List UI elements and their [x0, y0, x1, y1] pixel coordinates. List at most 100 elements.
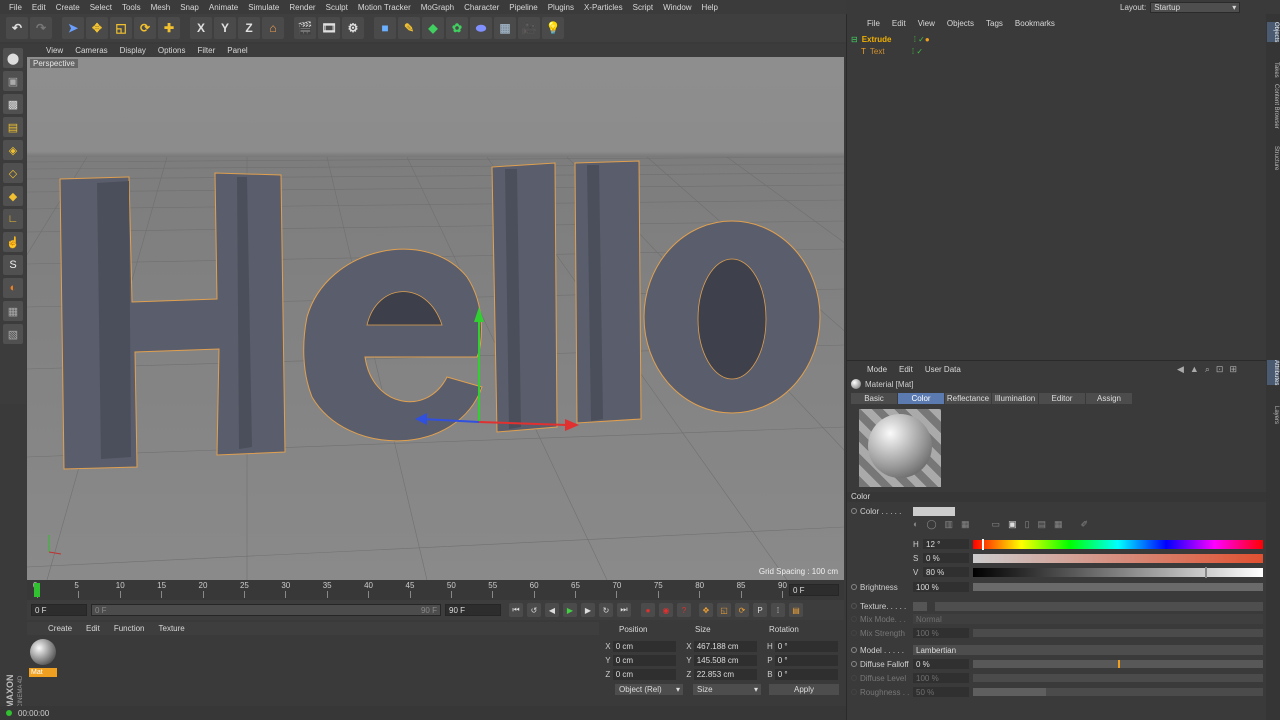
grid-icon[interactable]: ▦	[3, 301, 23, 321]
roughness-slider[interactable]	[973, 688, 1263, 696]
view-menu-cameras[interactable]: Cameras	[69, 46, 113, 55]
menu-simulate[interactable]: Simulate	[243, 3, 284, 12]
tab-color[interactable]: Color	[898, 393, 944, 404]
snap-icon[interactable]: S	[3, 255, 23, 275]
tab-basic[interactable]: Basic	[851, 393, 897, 404]
diffuse-falloff-slider[interactable]	[973, 660, 1263, 668]
hue-field[interactable]: 12 °	[923, 539, 969, 549]
rotation-key-icon[interactable]: ⟳	[735, 603, 749, 617]
render-settings-button[interactable]: ⚙	[342, 17, 364, 39]
end-frame-field[interactable]: 90 F	[445, 604, 501, 616]
move-tool-button[interactable]: ✥	[86, 17, 108, 39]
current-frame-field[interactable]: 0 F	[789, 584, 839, 596]
object-menu-file[interactable]: File	[861, 19, 886, 28]
picture-icon[interactable]: ▦	[961, 519, 970, 530]
value-slider[interactable]	[973, 566, 1263, 578]
swatches-icon[interactable]: ▦	[1054, 519, 1063, 530]
layout-selector[interactable]: Layout: Startup ▾	[1120, 0, 1241, 14]
size-x-field[interactable]: 467.188 cm	[693, 641, 757, 652]
new-panel-icon[interactable]: ⊞	[1229, 364, 1237, 375]
material-menu-texture[interactable]: Texture	[152, 624, 192, 633]
mix-strength-slider[interactable]	[973, 629, 1263, 637]
rotate-tool-button[interactable]: ⟳	[134, 17, 156, 39]
select-tool-button[interactable]: ➤	[62, 17, 84, 39]
rgb-icon[interactable]: ▭	[992, 519, 1001, 530]
polygons-mode-icon[interactable]: ◆	[3, 186, 23, 206]
animate-radio-icon[interactable]	[851, 630, 857, 636]
frame-range-slider[interactable]: 0 F 90 F	[91, 604, 441, 616]
rotation-p-field[interactable]: 0 °	[774, 655, 838, 666]
diffuse-level-field[interactable]: 100 %	[913, 673, 969, 683]
timeline-window-icon[interactable]: ▤	[789, 603, 803, 617]
value-field[interactable]: 80 %	[923, 567, 969, 577]
menu-edit[interactable]: Edit	[27, 3, 51, 12]
search-icon[interactable]: ⌕	[1205, 364, 1210, 375]
magnet-icon[interactable]: ◐	[3, 278, 23, 298]
back-arrow-icon[interactable]: ◀	[1177, 364, 1184, 375]
position-z-field[interactable]: 0 cm	[612, 669, 676, 680]
saturation-slider[interactable]	[973, 553, 1263, 563]
rotation-h-field[interactable]: 0 °	[774, 641, 838, 652]
size-mode-dropdown[interactable]: Size ▾	[693, 684, 761, 695]
go-to-end-icon[interactable]: ⏭	[617, 603, 631, 617]
object-menu-edit[interactable]: Edit	[886, 19, 912, 28]
menu-tools[interactable]: Tools	[117, 3, 146, 12]
apply-button[interactable]: Apply	[769, 684, 839, 695]
tab-editor[interactable]: Editor	[1039, 393, 1085, 404]
animate-radio-icon[interactable]	[851, 616, 857, 622]
coord-mode-dropdown[interactable]: Object (Rel) ▾	[615, 684, 683, 695]
brightness-slider[interactable]	[973, 583, 1263, 591]
x-axis-button[interactable]: X	[190, 17, 212, 39]
attr-menu-user-data[interactable]: User Data	[919, 365, 967, 374]
light-icon[interactable]: 💡	[542, 17, 564, 39]
go-to-start-icon[interactable]: ⏮	[509, 603, 523, 617]
view-menu-filter[interactable]: Filter	[191, 46, 221, 55]
object-row[interactable]: T Text ⁞ ✓	[851, 46, 923, 57]
mix-mode-dropdown[interactable]: Normal	[913, 614, 1263, 624]
step-back-icon[interactable]: ◀	[545, 603, 559, 617]
menu-motion-tracker[interactable]: Motion Tracker	[353, 3, 416, 12]
menu-help[interactable]: Help	[697, 3, 723, 12]
mixer-icon[interactable]: ▤	[1038, 519, 1047, 530]
record-keys-icon[interactable]: ●	[641, 603, 655, 617]
playhead[interactable]	[34, 583, 40, 597]
cube-icon[interactable]: ■	[374, 17, 396, 39]
next-key-icon[interactable]: ↻	[599, 603, 613, 617]
undo-button[interactable]: ↶	[6, 17, 28, 39]
animate-radio-icon[interactable]	[851, 689, 857, 695]
animate-radio-icon[interactable]	[851, 508, 857, 514]
right-tab-objects[interactable]: Objects	[1267, 22, 1279, 43]
viewport-perspective[interactable]: Perspective Grid Spacing : 100 cm	[27, 57, 844, 580]
texture-mode-icon[interactable]: ▩	[3, 94, 23, 114]
model-mode-icon[interactable]: ▣	[3, 71, 23, 91]
step-forward-icon[interactable]: ▶	[581, 603, 595, 617]
saturation-field[interactable]: 0 %	[923, 553, 969, 563]
axis-mode-icon[interactable]: ∟	[3, 209, 23, 229]
animate-radio-icon[interactable]	[851, 661, 857, 667]
material-thumbnail[interactable]: Mat	[29, 638, 57, 678]
menu-mesh[interactable]: Mesh	[146, 3, 176, 12]
animate-radio-icon[interactable]	[851, 584, 857, 590]
position-y-field[interactable]: 0 cm	[612, 655, 676, 666]
object-menu-objects[interactable]: Objects	[941, 19, 980, 28]
redo-button[interactable]: ↷	[30, 17, 52, 39]
view-menu-display[interactable]: Display	[114, 46, 152, 55]
autokey-icon[interactable]: ◉	[659, 603, 673, 617]
menu-create[interactable]: Create	[51, 3, 85, 12]
material-menu-create[interactable]: Create	[41, 624, 79, 633]
scale-key-icon[interactable]: ◱	[717, 603, 731, 617]
y-axis-button[interactable]: Y	[214, 17, 236, 39]
object-row[interactable]: ⊟ Extrude ⁞ ✓ ●	[851, 34, 930, 45]
mix-strength-field[interactable]: 100 %	[913, 628, 969, 638]
edges-mode-icon[interactable]: ◇	[3, 163, 23, 183]
view-menu-panel[interactable]: Panel	[221, 46, 253, 55]
hsv-icon[interactable]: ▣	[1008, 519, 1017, 530]
layout-dropdown[interactable]: Startup ▾	[1150, 1, 1241, 13]
attr-menu-mode[interactable]: Mode	[861, 365, 893, 374]
position-key-icon[interactable]: ✥	[699, 603, 713, 617]
object-name[interactable]: Text	[870, 47, 910, 56]
right-tab-structure[interactable]: Structure	[1267, 146, 1279, 170]
menu-plugins[interactable]: Plugins	[543, 3, 579, 12]
animate-radio-icon[interactable]	[851, 647, 857, 653]
menu-animate[interactable]: Animate	[204, 3, 243, 12]
